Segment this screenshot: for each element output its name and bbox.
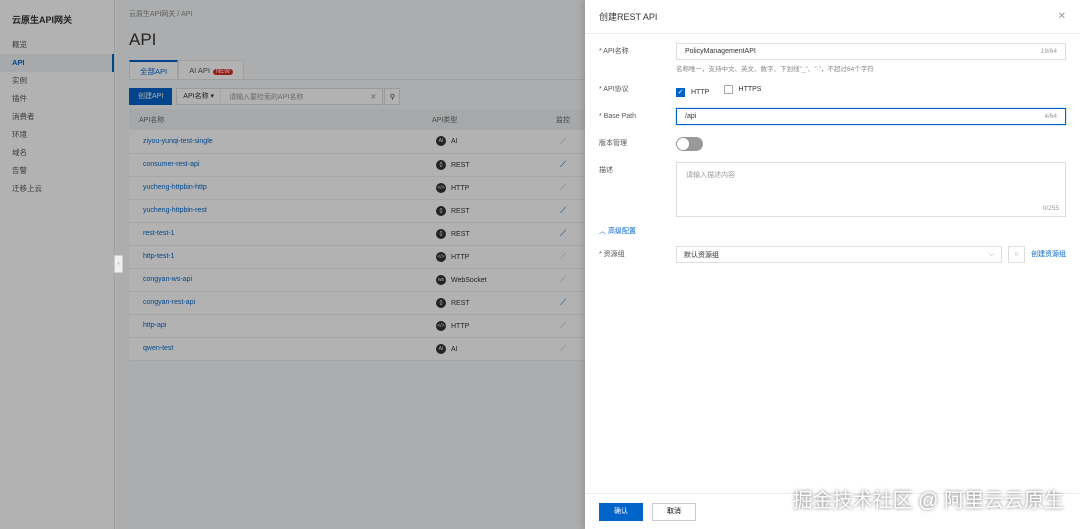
drawer-title: 创建REST API xyxy=(599,12,658,22)
resource-group-value: 默认资源组 xyxy=(684,251,719,259)
base-path-label: * Base Path xyxy=(599,113,636,120)
refresh-icon: ○ xyxy=(1014,251,1019,258)
api-name-value: PolicyManagementAPI xyxy=(685,48,756,55)
version-label: 版本管理 xyxy=(599,140,627,147)
checkbox-checked-icon: ✓ xyxy=(676,88,685,97)
description-label: 描述 xyxy=(599,167,613,174)
base-path-value: /api xyxy=(685,113,697,120)
api-name-input[interactable]: PolicyManagementAPI 19/64 xyxy=(676,43,1066,60)
advanced-label: 高级配置 xyxy=(607,228,636,235)
cancel-button[interactable]: 取消 xyxy=(652,502,696,521)
api-name-label: * API名称 xyxy=(599,48,629,55)
base-path-input[interactable]: /api 4/64 xyxy=(676,108,1066,125)
refresh-button[interactable]: ○ xyxy=(1008,246,1025,263)
description-textarea[interactable]: 请输入描述内容 0/255 xyxy=(676,162,1066,217)
chevron-up-icon: ︿ xyxy=(599,228,606,235)
resource-group-label: * 资源组 xyxy=(599,251,625,258)
description-count: 0/255 xyxy=(1042,205,1059,212)
base-path-count: 4/64 xyxy=(1044,113,1057,120)
api-name-hint: 名称唯一，支持中文、英文、数字、下划线"_"、"-"，不超过64个字符 xyxy=(676,66,874,73)
create-rest-api-drawer: 创建REST API ✕ * API名称 PolicyManagementAPI 1… xyxy=(585,0,1080,529)
resource-group-select[interactable]: 默认资源组 ⌵ xyxy=(676,246,1002,263)
close-icon[interactable]: ✕ xyxy=(1058,11,1066,22)
modal-overlay[interactable] xyxy=(0,0,585,529)
https-label: HTTPS xyxy=(738,86,762,93)
http-label: HTTP xyxy=(691,89,710,96)
advanced-config-toggle[interactable]: ︿ 高级配置 xyxy=(599,226,636,236)
chevron-down-icon: ⌵ xyxy=(988,250,994,258)
https-checkbox[interactable]: HTTPS xyxy=(723,81,762,98)
version-toggle[interactable] xyxy=(676,137,703,151)
collapse-sidebar-button[interactable]: ‹ xyxy=(114,255,123,273)
protocol-label: * API协议 xyxy=(599,86,629,93)
create-resource-group-link[interactable]: 创建资源组 xyxy=(1031,246,1066,263)
confirm-button[interactable]: 确认 xyxy=(599,502,643,521)
checkbox-unchecked-icon xyxy=(723,85,733,94)
api-name-count: 19/64 xyxy=(1040,48,1057,55)
http-checkbox[interactable]: ✓ HTTP xyxy=(676,84,709,101)
description-placeholder: 请输入描述内容 xyxy=(686,172,735,179)
watermark: 掘金技术社区 @ 阿里云云原生 xyxy=(792,490,1064,512)
